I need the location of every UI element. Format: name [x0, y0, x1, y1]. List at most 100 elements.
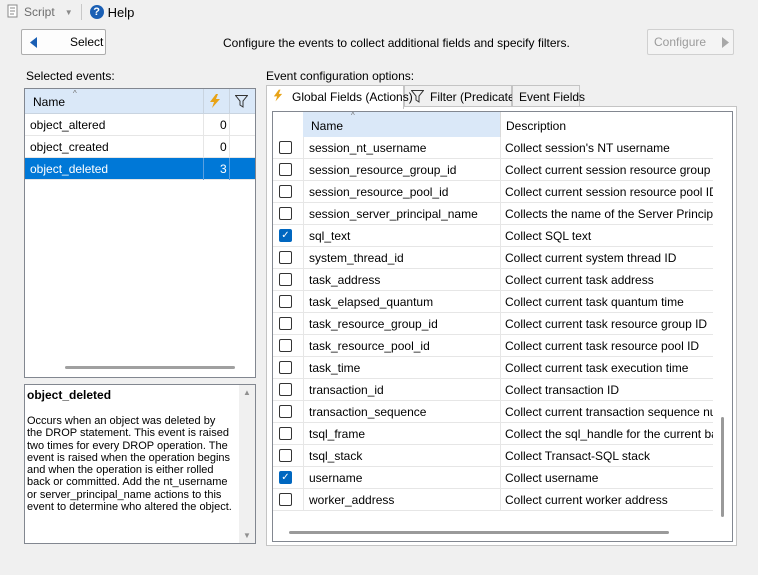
selected-events-list[interactable]: ^ Name object_altered 0 object_created 0…: [24, 88, 256, 378]
row-separator: [203, 158, 204, 180]
field-description: Collect current task address: [505, 273, 654, 287]
field-row[interactable]: session_server_principal_name Collects th…: [273, 203, 713, 225]
event-action-count: 0: [220, 118, 227, 132]
field-name: task_resource_pool_id: [309, 339, 430, 353]
field-row[interactable]: session_nt_username Collect session's NT …: [273, 137, 713, 159]
tab-event-fields[interactable]: Event Fields: [512, 85, 585, 107]
row-separator: [203, 136, 204, 158]
event-action-count: 0: [220, 140, 227, 154]
header-separator: [229, 89, 230, 114]
field-checkbox[interactable]: [279, 427, 292, 440]
field-name: tsql_stack: [309, 449, 363, 463]
event-description-panel: object_deleted Occurs when an object was…: [24, 384, 256, 544]
select-label: Select: [70, 35, 104, 49]
row-separator: [500, 269, 501, 291]
field-row[interactable]: session_resource_group_id Collect current…: [273, 159, 713, 181]
row-separator: [303, 181, 304, 203]
help-icon: ?: [89, 5, 104, 19]
script-button[interactable]: Script ▼: [4, 1, 75, 23]
field-row[interactable]: ✓ sql_text Collect SQL text: [273, 225, 713, 247]
help-button[interactable]: ? Help: [88, 1, 137, 23]
field-description: Collect current task quantum time: [505, 295, 684, 309]
field-checkbox[interactable]: [279, 339, 292, 352]
scroll-down-icon[interactable]: ▼: [243, 531, 251, 540]
field-row[interactable]: transaction_id Collect transaction ID: [273, 379, 713, 401]
column-header-name[interactable]: Name: [33, 95, 65, 109]
field-description: Collect session's NT username: [505, 141, 670, 155]
tab-global-fields[interactable]: Global Fields (Actions): [266, 85, 413, 109]
lightning-icon: [273, 89, 283, 105]
column-header-name[interactable]: ^ Name: [303, 112, 500, 137]
configure-label: Configure: [654, 35, 707, 49]
horizontal-scroll-thumb[interactable]: [289, 531, 669, 534]
field-description: Collect Transact-SQL stack: [505, 449, 650, 463]
field-row[interactable]: session_resource_pool_id Collect current …: [273, 181, 713, 203]
filter-column-funnel-icon[interactable]: [234, 95, 249, 111]
event-row[interactable]: object_altered 0: [25, 114, 255, 136]
field-row[interactable]: task_elapsed_quantum Collect current task…: [273, 291, 713, 313]
row-separator: [303, 137, 304, 159]
column-header-description-label: Description: [506, 119, 567, 133]
field-checkbox[interactable]: [279, 163, 292, 176]
actions-column-lightning-icon[interactable]: [209, 94, 221, 111]
field-checkbox[interactable]: [279, 273, 292, 286]
sort-up-icon: ^: [73, 89, 77, 98]
field-row[interactable]: tsql_stack Collect Transact-SQL stack: [273, 445, 713, 467]
field-description: Collect current task resource group ID: [505, 317, 708, 331]
field-row[interactable]: transaction_sequence Collect current tran…: [273, 401, 713, 423]
field-checkbox[interactable]: [279, 449, 292, 462]
global-fields-grid[interactable]: ^ Name Description session_nt_username Co…: [272, 111, 733, 542]
field-checkbox[interactable]: [279, 185, 292, 198]
sort-up-icon: ^: [351, 111, 355, 120]
field-checkbox[interactable]: [279, 317, 292, 330]
field-checkbox[interactable]: [279, 295, 292, 308]
field-row[interactable]: task_resource_group_id Collect current ta…: [273, 313, 713, 335]
field-checkbox[interactable]: [279, 141, 292, 154]
field-name: transaction_id: [309, 383, 384, 397]
header-separator: [203, 89, 204, 114]
field-checkbox[interactable]: [279, 493, 292, 506]
row-separator: [303, 247, 304, 269]
tab-filter-predicate[interactable]: Filter (Predicate): [404, 85, 519, 107]
vertical-scrollbar[interactable]: ▲ ▼: [239, 385, 255, 543]
field-checkbox[interactable]: ✓: [279, 229, 292, 242]
field-row[interactable]: task_address Collect current task address: [273, 269, 713, 291]
row-separator: [500, 159, 501, 181]
field-checkbox[interactable]: [279, 405, 292, 418]
back-arrow-icon: [30, 37, 38, 51]
row-separator: [229, 136, 230, 158]
event-row[interactable]: object_created 0: [25, 136, 255, 158]
horizontal-scrollbar[interactable]: [65, 366, 235, 369]
row-separator: [303, 445, 304, 467]
field-name: task_elapsed_quantum: [309, 295, 434, 309]
event-name: object_altered: [30, 118, 106, 132]
field-row[interactable]: task_time Collect current task execution …: [273, 357, 713, 379]
field-checkbox[interactable]: [279, 383, 292, 396]
field-checkbox[interactable]: [279, 361, 292, 374]
field-row[interactable]: worker_address Collect current worker add…: [273, 489, 713, 511]
row-separator: [500, 467, 501, 489]
instructions-text: Configure the events to collect addition…: [223, 36, 570, 50]
horizontal-scrollbar[interactable]: [273, 523, 732, 541]
vertical-scroll-thumb[interactable]: [721, 417, 724, 517]
script-icon: [6, 4, 20, 21]
chevron-down-icon[interactable]: ▼: [65, 8, 73, 17]
tab-label: Filter (Predicate): [430, 90, 519, 104]
field-row[interactable]: task_resource_pool_id Collect current tas…: [273, 335, 713, 357]
vertical-scrollbar[interactable]: [714, 137, 732, 523]
row-separator: [500, 247, 501, 269]
field-checkbox[interactable]: [279, 207, 292, 220]
select-button[interactable]: Select: [21, 29, 106, 55]
field-row[interactable]: ✓ username Collect username: [273, 467, 713, 489]
field-row[interactable]: tsql_frame Collect the sql_handle for the…: [273, 423, 713, 445]
row-separator: [500, 423, 501, 445]
configure-button[interactable]: Configure: [647, 29, 734, 55]
field-checkbox[interactable]: ✓: [279, 471, 292, 484]
event-name: object_deleted: [30, 162, 109, 176]
field-checkbox[interactable]: [279, 251, 292, 264]
selected-events-label: Selected events:: [26, 69, 115, 83]
scroll-up-icon[interactable]: ▲: [243, 388, 251, 397]
field-row[interactable]: system_thread_id Collect current system t…: [273, 247, 713, 269]
row-separator: [303, 269, 304, 291]
event-row-selected[interactable]: object_deleted 3: [25, 158, 255, 180]
